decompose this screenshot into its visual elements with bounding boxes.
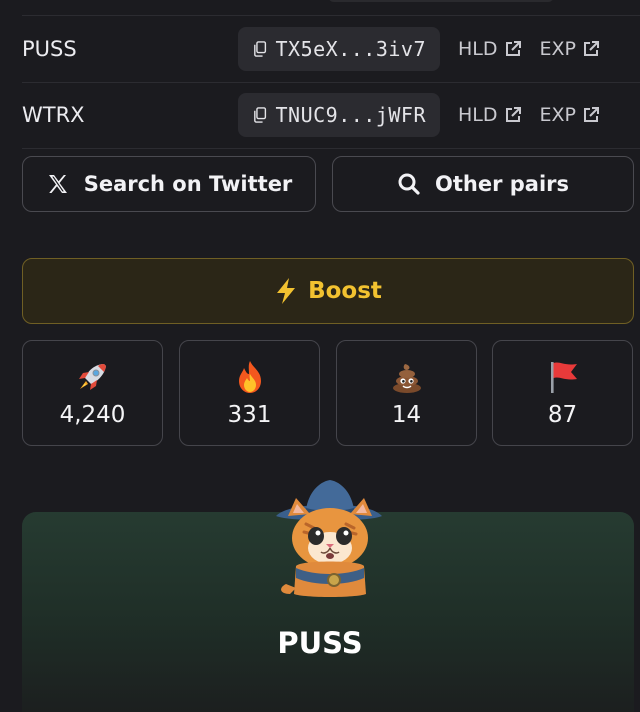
external-link-icon	[584, 41, 599, 56]
copy-address-button[interactable]: TX5eX...3iv7	[238, 27, 440, 71]
explorer-link-label: EXP	[539, 104, 576, 126]
fire-icon	[238, 361, 261, 393]
rocket-vote-button[interactable]: 4,240	[22, 340, 163, 446]
external-link-icon	[505, 41, 521, 56]
explorer-link-label: EXP	[539, 38, 576, 60]
other-pairs-label: Other pairs	[434, 172, 569, 196]
red-flag-count: 87	[547, 402, 578, 428]
red-flag-vote-button[interactable]: 87	[492, 340, 633, 446]
x-logo-icon	[48, 175, 67, 193]
poop-count: 14	[391, 402, 422, 428]
poop-icon	[392, 364, 421, 393]
holders-link-label: HLD	[458, 104, 498, 126]
rocket-count: 4,240	[59, 402, 126, 428]
explorer-link[interactable]: EXP	[540, 104, 600, 126]
other-pairs-button[interactable]: Other pairs	[332, 156, 634, 212]
lightning-bolt-icon	[277, 278, 296, 304]
external-link-icon	[505, 107, 521, 122]
boost-button[interactable]: Boost	[22, 258, 634, 324]
fire-count: 331	[227, 402, 272, 428]
token-address: TNUC9...jWFR	[275, 103, 426, 127]
token-row-puss: PUSS TX5eX...3iv7 HLD EXP	[22, 15, 640, 83]
search-on-twitter-button[interactable]: Search on Twitter	[22, 156, 316, 212]
fire-vote-button[interactable]: 331	[179, 340, 320, 446]
copy-icon	[254, 41, 267, 57]
top-edge-element	[328, 0, 554, 2]
copy-address-button[interactable]: TNUC9...jWFR	[238, 93, 440, 137]
token-profile-name: PUSS	[277, 626, 363, 660]
explorer-link[interactable]: EXP	[540, 38, 600, 60]
rocket-icon	[78, 364, 106, 390]
boost-label: Boost	[308, 278, 382, 304]
search-icon	[398, 173, 420, 195]
search-on-twitter-label: Search on Twitter	[83, 172, 293, 196]
token-name: PUSS	[22, 37, 77, 61]
poop-vote-button[interactable]: 14	[336, 340, 477, 446]
copy-icon	[254, 107, 267, 123]
holders-link[interactable]: HLD	[458, 38, 522, 60]
red-flag-icon	[550, 362, 577, 393]
external-link-icon	[584, 107, 599, 122]
token-name: WTRX	[22, 103, 85, 127]
cat-wizard-avatar	[276, 480, 382, 597]
holders-link[interactable]: HLD	[458, 104, 522, 126]
token-row-wtrx: WTRX TNUC9...jWFR HLD EXP	[22, 82, 640, 149]
token-address: TX5eX...3iv7	[275, 37, 426, 61]
holders-link-label: HLD	[458, 38, 498, 60]
